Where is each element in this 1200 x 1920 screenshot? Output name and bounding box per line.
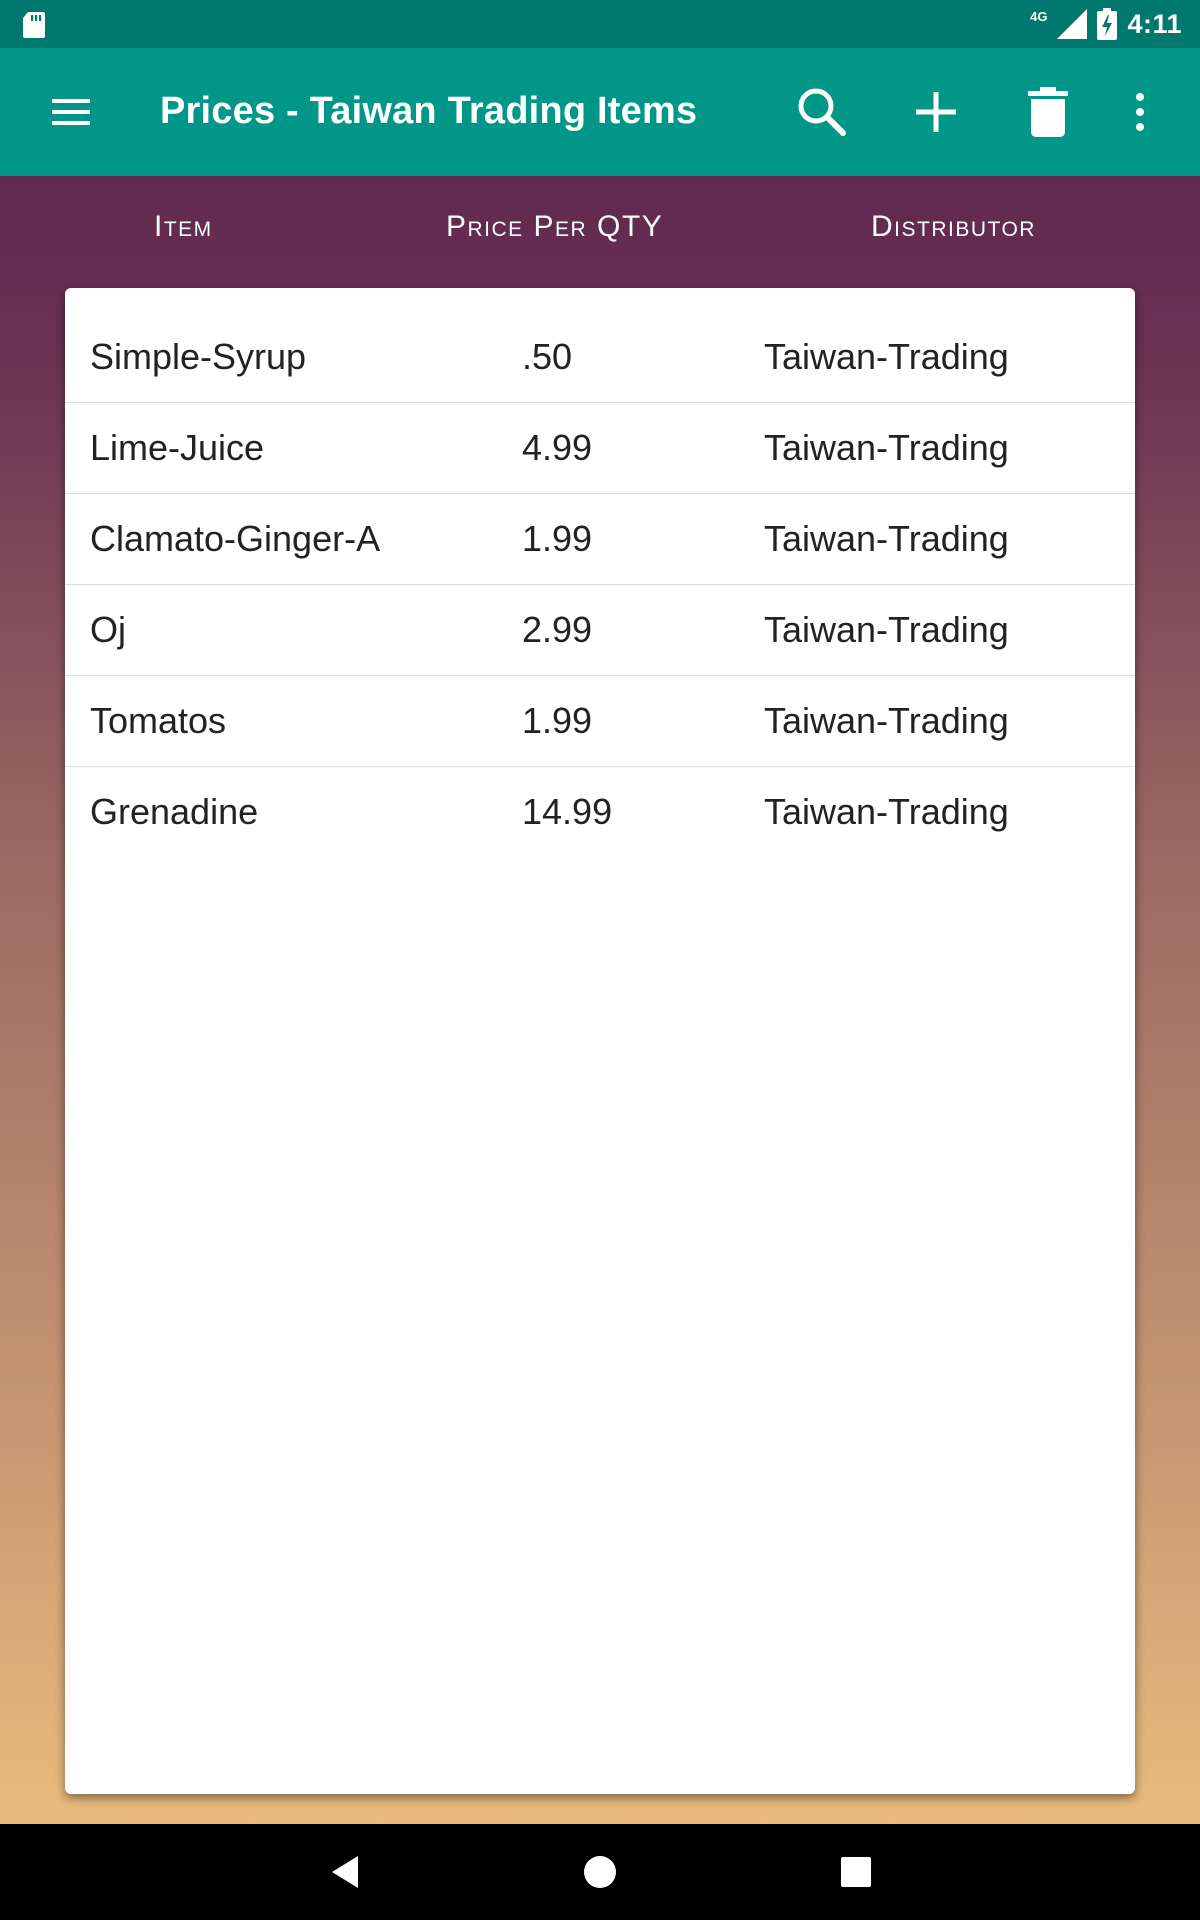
item-distributor: Taiwan-Trading: [764, 336, 1009, 377]
header-item[interactable]: Item: [154, 210, 213, 244]
menu-button[interactable]: [44, 92, 100, 132]
more-vert-icon: [1136, 93, 1144, 131]
app-bar: Prices - Taiwan Trading Items: [0, 48, 1200, 176]
list-item[interactable]: Clamato-Ginger-A 1.99 Taiwan-Trading: [65, 494, 1135, 585]
item-name: Clamato-Ginger-A: [90, 518, 381, 559]
item-distributor: Taiwan-Trading: [764, 791, 1009, 832]
item-price: .50: [522, 336, 573, 377]
price-list-card: Simple-Syrup .50 Taiwan-Trading Lime-Jui…: [65, 288, 1135, 1794]
item-price: 14.99: [522, 791, 613, 832]
status-bar: 4G 4:11: [0, 0, 1200, 48]
recents-button[interactable]: [828, 1846, 884, 1898]
price-list: Simple-Syrup .50 Taiwan-Trading Lime-Jui…: [65, 312, 1135, 857]
status-indicators: 4G 4:11: [1030, 0, 1182, 48]
navigation-bar: [0, 1824, 1200, 1920]
list-item[interactable]: Lime-Juice 4.99 Taiwan-Trading: [65, 403, 1135, 494]
recents-icon: [841, 1857, 871, 1887]
battery-charging-icon: [1097, 8, 1118, 40]
delete-icon: [1028, 87, 1068, 137]
signal-icon: [1057, 9, 1088, 39]
list-item[interactable]: Oj 2.99 Taiwan-Trading: [65, 585, 1135, 676]
delete-button[interactable]: [1016, 80, 1080, 144]
menu-icon: [52, 99, 90, 125]
header-distributor[interactable]: Distributor: [871, 210, 1036, 244]
header-price[interactable]: Price Per QTY: [446, 210, 663, 244]
item-name: Lime-Juice: [90, 427, 265, 468]
add-button[interactable]: [904, 80, 968, 144]
add-icon: [916, 92, 956, 132]
network-type: 4G: [1030, 8, 1048, 24]
list-item[interactable]: Grenadine 14.99 Taiwan-Trading: [65, 767, 1135, 857]
back-button[interactable]: [318, 1846, 374, 1898]
item-price: 1.99: [522, 518, 593, 559]
list-item[interactable]: Simple-Syrup .50 Taiwan-Trading: [65, 312, 1135, 403]
search-button[interactable]: [790, 80, 854, 144]
column-headers: Item Price Per QTY Distributor: [0, 176, 1200, 276]
item-distributor: Taiwan-Trading: [764, 518, 1009, 559]
item-distributor: Taiwan-Trading: [764, 427, 1009, 468]
item-name: Simple-Syrup: [90, 336, 307, 377]
list-item[interactable]: Tomatos 1.99 Taiwan-Trading: [65, 676, 1135, 767]
search-icon: [798, 88, 846, 136]
clock: 4:11: [1127, 8, 1182, 39]
sd-card-icon: [23, 12, 45, 38]
item-distributor: Taiwan-Trading: [764, 700, 1009, 741]
home-button[interactable]: [572, 1846, 628, 1898]
page-title: Prices - Taiwan Trading Items: [160, 90, 698, 132]
home-icon: [584, 1856, 616, 1888]
item-price: 2.99: [522, 609, 593, 650]
item-name: Grenadine: [90, 791, 259, 832]
more-options-button[interactable]: [1108, 80, 1172, 144]
item-name: Tomatos: [90, 700, 227, 741]
item-price: 4.99: [522, 427, 593, 468]
item-name: Oj: [90, 609, 126, 650]
back-icon: [332, 1856, 358, 1888]
item-distributor: Taiwan-Trading: [764, 609, 1009, 650]
item-price: 1.99: [522, 700, 593, 741]
